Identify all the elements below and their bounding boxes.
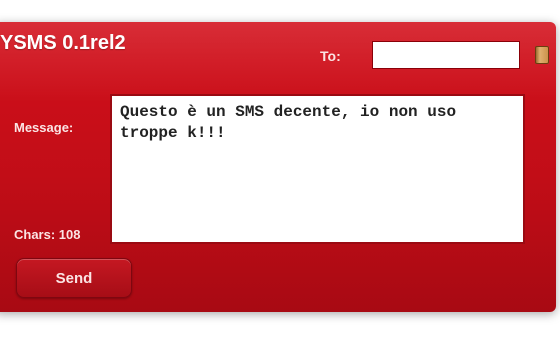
app-window: YSMS 0.1rel2 To: Message: Questo è un SM… <box>0 22 556 312</box>
app-title: YSMS 0.1rel2 <box>0 32 126 54</box>
message-label: Message: <box>14 120 74 135</box>
send-button[interactable]: Send <box>16 258 132 298</box>
message-textarea[interactable]: Questo è un SMS decente, io non uso trop… <box>110 94 525 244</box>
address-book-icon[interactable] <box>535 46 549 64</box>
to-label: To: <box>320 48 341 64</box>
chars-counter: Chars: 108 <box>14 227 81 242</box>
recipient-input[interactable] <box>372 41 520 69</box>
